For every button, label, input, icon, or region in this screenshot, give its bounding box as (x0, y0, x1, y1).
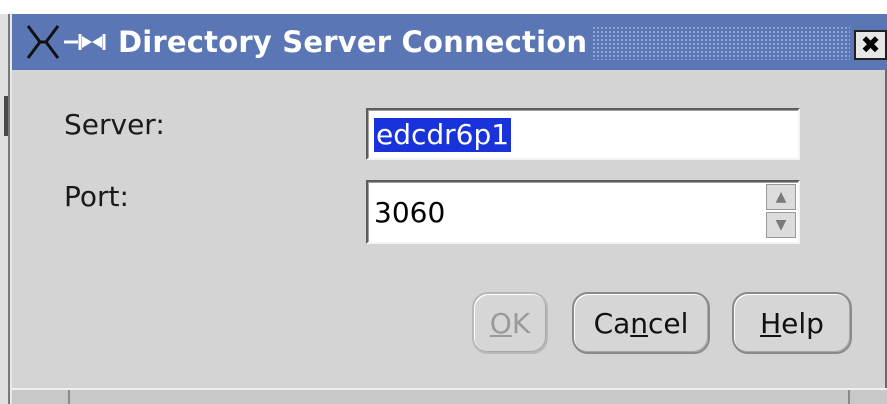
cancel-mnemonic: n (630, 306, 649, 340)
port-increment-button[interactable]: ▲ (766, 184, 796, 210)
server-label: Server: (64, 108, 165, 141)
cancel-label-pre: Ca (593, 306, 631, 340)
arrow-up-icon: ▲ (775, 189, 787, 205)
dialog-window: Directory Server Connection ✖ Server: ed… (10, 14, 887, 404)
port-stepper[interactable]: 3060 ▲ ▼ (366, 180, 800, 244)
port-label: Port: (64, 180, 129, 213)
server-input-value: edcdr6p1 (374, 118, 512, 152)
window-edge-notch (4, 96, 8, 136)
server-input[interactable]: edcdr6p1 (366, 108, 800, 160)
window-title: Directory Server Connection (118, 25, 588, 59)
ok-mnemonic: O (489, 306, 512, 340)
window-bottom-edge (12, 388, 887, 404)
help-label-rest: elp (781, 306, 824, 340)
port-decrement-button[interactable]: ▼ (766, 212, 796, 238)
close-button[interactable]: ✖ (854, 30, 887, 60)
help-button[interactable]: Help (732, 292, 852, 354)
help-mnemonic: H (760, 306, 782, 340)
bottom-edge-divider (68, 390, 70, 404)
port-input-value: 3060 (374, 196, 446, 229)
close-icon: ✖ (860, 31, 881, 59)
cancel-button[interactable]: Ca n cel (572, 292, 710, 354)
titlebar-pattern (592, 26, 850, 60)
arrow-down-icon: ▼ (775, 217, 787, 233)
cancel-label-rest: cel (648, 306, 689, 340)
ok-button[interactable]: OK (472, 292, 548, 354)
x-window-logo-icon[interactable] (26, 24, 60, 60)
pin-icon[interactable] (64, 32, 110, 52)
title-bar[interactable]: Directory Server Connection ✖ (12, 14, 887, 70)
bottom-edge-divider (848, 390, 850, 404)
ok-label-rest: K (511, 306, 531, 340)
background-window-edge (0, 14, 10, 404)
